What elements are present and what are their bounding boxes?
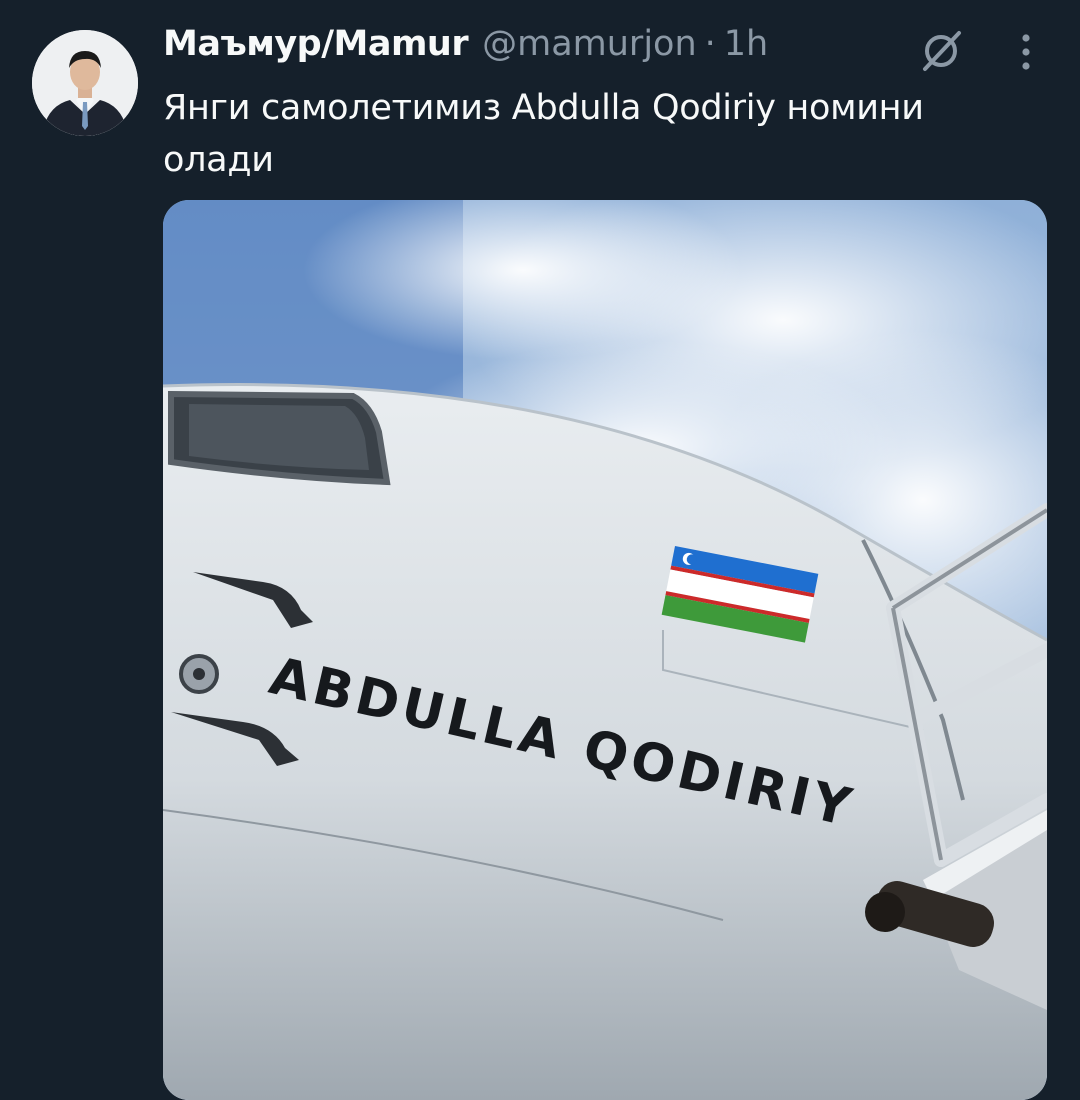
header-separator: ·: [704, 24, 716, 64]
author-display-name[interactable]: Маъмур/Mamur: [163, 24, 469, 64]
aircraft-photo: ABDULLA QODIRIY: [163, 200, 1047, 1100]
tweet[interactable]: Маъмур/Mamur @mamurjon · 1h Янги самолет…: [0, 0, 1080, 1100]
tweet-header: Маъмур/Mamur @mamurjon · 1h: [163, 24, 768, 72]
grok-slash-circle-icon: [923, 31, 961, 71]
tweet-timestamp[interactable]: 1h: [724, 24, 768, 64]
grok-button[interactable]: [912, 20, 972, 80]
vertical-ellipsis-icon: [1022, 34, 1030, 70]
avatar-portrait: [32, 30, 138, 136]
avatar[interactable]: [32, 30, 138, 136]
tweet-text: Янги самолетимиз Abdulla Qodiriy номини …: [163, 88, 924, 180]
more-options-button[interactable]: [1002, 24, 1050, 80]
tweet-media-photo[interactable]: ABDULLA QODIRIY: [163, 200, 1047, 1100]
author-handle[interactable]: @mamurjon: [482, 24, 697, 64]
